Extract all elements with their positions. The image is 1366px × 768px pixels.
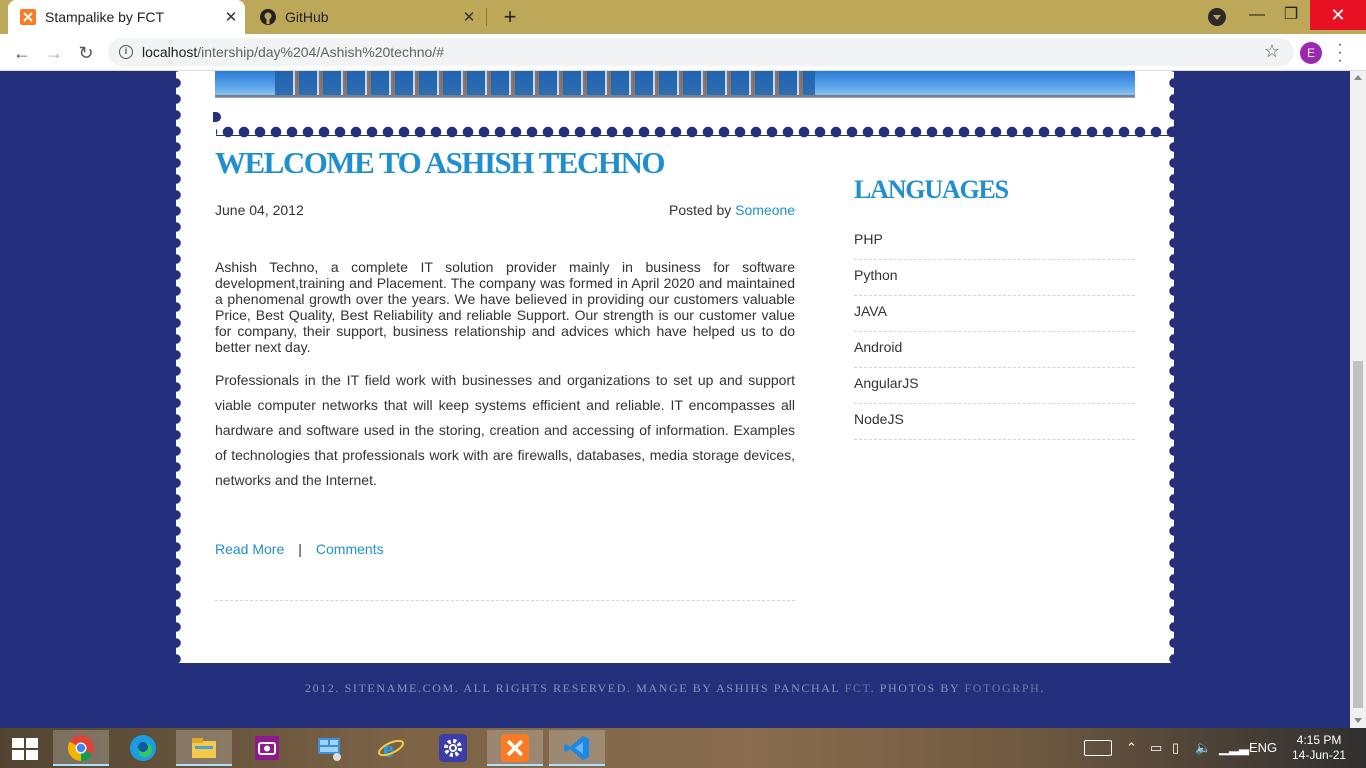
github-icon bbox=[260, 9, 276, 25]
wifi-signal-icon[interactable]: ▁▂▃ bbox=[1219, 740, 1249, 756]
show-hidden-icons[interactable]: ⌃ bbox=[1126, 740, 1137, 756]
perforation-dot bbox=[213, 112, 221, 122]
language-indicator[interactable]: ENG bbox=[1249, 740, 1277, 755]
sidebar-item-android[interactable]: Android bbox=[854, 332, 1135, 368]
touch-keyboard-icon[interactable] bbox=[1084, 740, 1112, 756]
file-explorer-icon bbox=[192, 738, 216, 758]
tab-stampalike[interactable]: Stampalike by FCT ✕ bbox=[8, 0, 245, 34]
tab-title: Stampalike by FCT bbox=[45, 9, 165, 25]
url-path: /intership/day%204/Ashish%20techno/# bbox=[197, 44, 444, 60]
taskbar-clock[interactable]: 4:15 PM 14-Jun-21 bbox=[1292, 733, 1346, 763]
browser-toolbar: ← → ↻ i localhost/intership/day%204/Ashi… bbox=[0, 34, 1366, 71]
browser-menu-icon[interactable]: · · · bbox=[1334, 37, 1346, 69]
stamp-perforation-divider bbox=[216, 125, 1174, 139]
tab-search-icon[interactable] bbox=[1208, 8, 1226, 26]
post-paragraph: Ashish Techno, a complete IT solution pr… bbox=[215, 259, 795, 355]
read-more-link[interactable]: Read More bbox=[215, 541, 284, 557]
url-text[interactable]: localhost/intership/day%204/Ashish%20tec… bbox=[142, 44, 444, 60]
xampp-icon bbox=[501, 734, 529, 762]
bookmark-star-icon[interactable]: ☆ bbox=[1264, 41, 1280, 62]
author-link[interactable]: Someone bbox=[735, 202, 795, 218]
tab-separator bbox=[486, 8, 487, 26]
maximize-button[interactable]: ❐ bbox=[1268, 0, 1314, 30]
stamp-perforation-right bbox=[1167, 71, 1181, 663]
taskbar-xampp[interactable] bbox=[487, 730, 543, 766]
clock-date: 14-Jun-21 bbox=[1292, 748, 1347, 762]
page-scrollbar[interactable] bbox=[1350, 71, 1366, 728]
browser-tab-strip: Stampalike by FCT ✕ GitHub ✕ + — ❐ ✕ bbox=[0, 0, 1366, 34]
taskbar-control-panel[interactable] bbox=[301, 730, 357, 766]
footer-text: 2012. SITENAME.COM. ALL RIGHTS RESERVED.… bbox=[305, 681, 845, 695]
taskbar-chrome[interactable] bbox=[53, 730, 109, 766]
taskbar-vscode[interactable] bbox=[549, 730, 605, 766]
sidebar-item-angularjs[interactable]: AngularJS bbox=[854, 368, 1135, 404]
footer-text: . bbox=[1040, 681, 1045, 695]
perforation-line bbox=[216, 135, 1174, 136]
forward-button[interactable]: → bbox=[41, 40, 67, 66]
sidebar-item-nodejs[interactable]: NodeJS bbox=[854, 404, 1135, 440]
page-viewport: WELCOME TO ASHISH TECHNO June 04, 2012 P… bbox=[0, 71, 1350, 728]
volume-icon[interactable]: 🔈 bbox=[1195, 740, 1211, 756]
posted-by: Posted by Someone bbox=[669, 202, 795, 218]
footer-fotogrph-link[interactable]: FOTOGRPH bbox=[964, 681, 1040, 695]
post-date: June 04, 2012 bbox=[215, 202, 304, 218]
scrollbar-thumb[interactable] bbox=[1353, 361, 1363, 708]
back-button[interactable]: ← bbox=[9, 40, 35, 66]
start-button[interactable] bbox=[0, 730, 56, 766]
edge-icon bbox=[130, 735, 156, 761]
taskbar-settings[interactable] bbox=[425, 730, 481, 766]
sidebar-item-python[interactable]: Python bbox=[854, 260, 1135, 296]
taskbar-edge[interactable] bbox=[115, 730, 171, 766]
chrome-icon bbox=[67, 735, 94, 762]
hero-border bbox=[215, 97, 1135, 98]
url-host: localhost bbox=[142, 44, 198, 60]
comments-link[interactable]: Comments bbox=[316, 541, 384, 557]
vscode-icon bbox=[564, 736, 589, 760]
taskbar-camera[interactable] bbox=[239, 730, 295, 766]
address-bar[interactable]: i localhost/intership/day%204/Ashish%20t… bbox=[108, 38, 1294, 66]
taskbar-internet-explorer[interactable]: e bbox=[363, 730, 419, 766]
tab-title: GitHub bbox=[285, 9, 329, 25]
post-title: WELCOME TO ASHISH TECHNO bbox=[215, 145, 665, 180]
site-footer: 2012. SITENAME.COM. ALL RIGHTS RESERVED.… bbox=[0, 681, 1350, 696]
new-tab-button[interactable]: + bbox=[497, 4, 523, 30]
sidebar-item-java[interactable]: JAVA bbox=[854, 296, 1135, 332]
footer-text: . PHOTOS BY bbox=[870, 681, 965, 695]
profile-avatar[interactable]: E bbox=[1300, 42, 1322, 64]
site-info-icon[interactable]: i bbox=[119, 45, 133, 59]
scroll-down-icon[interactable] bbox=[1354, 718, 1362, 723]
post-links: Read More | Comments bbox=[215, 541, 384, 557]
sidebar-title: LANGUAGES bbox=[854, 175, 1009, 204]
post-paragraph: Professionals in the IT field work with … bbox=[215, 372, 795, 488]
battery-icon[interactable]: ▭ bbox=[1150, 740, 1162, 756]
hero-building-image bbox=[215, 71, 1135, 97]
xampp-icon bbox=[20, 9, 36, 25]
windows-taskbar: e ⌃ ▭ ▯ 🔈 ▁▂▃ ENG 4:15 PM 14-Jun-21 bbox=[0, 728, 1366, 768]
building-facade bbox=[275, 71, 815, 97]
control-panel-icon bbox=[318, 738, 341, 761]
settings-icon bbox=[439, 734, 467, 762]
internet-explorer-icon: e bbox=[378, 737, 404, 762]
close-window-button[interactable]: ✕ bbox=[1310, 0, 1366, 30]
link-separator: | bbox=[298, 541, 302, 557]
network-icon[interactable]: ▯ bbox=[1172, 740, 1179, 756]
stamp-perforation-left bbox=[169, 71, 183, 663]
camera-icon bbox=[255, 736, 279, 760]
sidebar-item-php[interactable]: PHP bbox=[854, 224, 1135, 260]
svg-text:e: e bbox=[383, 737, 394, 762]
post-divider bbox=[215, 600, 795, 601]
close-tab-icon[interactable]: ✕ bbox=[455, 8, 483, 26]
posted-by-label: Posted by bbox=[669, 202, 732, 218]
clock-time: 4:15 PM bbox=[1296, 733, 1342, 747]
tab-github[interactable]: GitHub ✕ bbox=[250, 0, 487, 34]
windows-start-icon bbox=[12, 738, 38, 760]
scroll-up-icon[interactable] bbox=[1354, 75, 1362, 80]
reload-button[interactable]: ↻ bbox=[73, 40, 99, 66]
taskbar-file-explorer[interactable] bbox=[176, 730, 232, 766]
footer-fct-link[interactable]: FCT bbox=[845, 681, 871, 695]
close-tab-icon[interactable]: ✕ bbox=[217, 8, 245, 26]
stamp-container: WELCOME TO ASHISH TECHNO June 04, 2012 P… bbox=[169, 71, 1181, 663]
languages-list: PHP Python JAVA Android AngularJS NodeJS bbox=[854, 224, 1135, 440]
